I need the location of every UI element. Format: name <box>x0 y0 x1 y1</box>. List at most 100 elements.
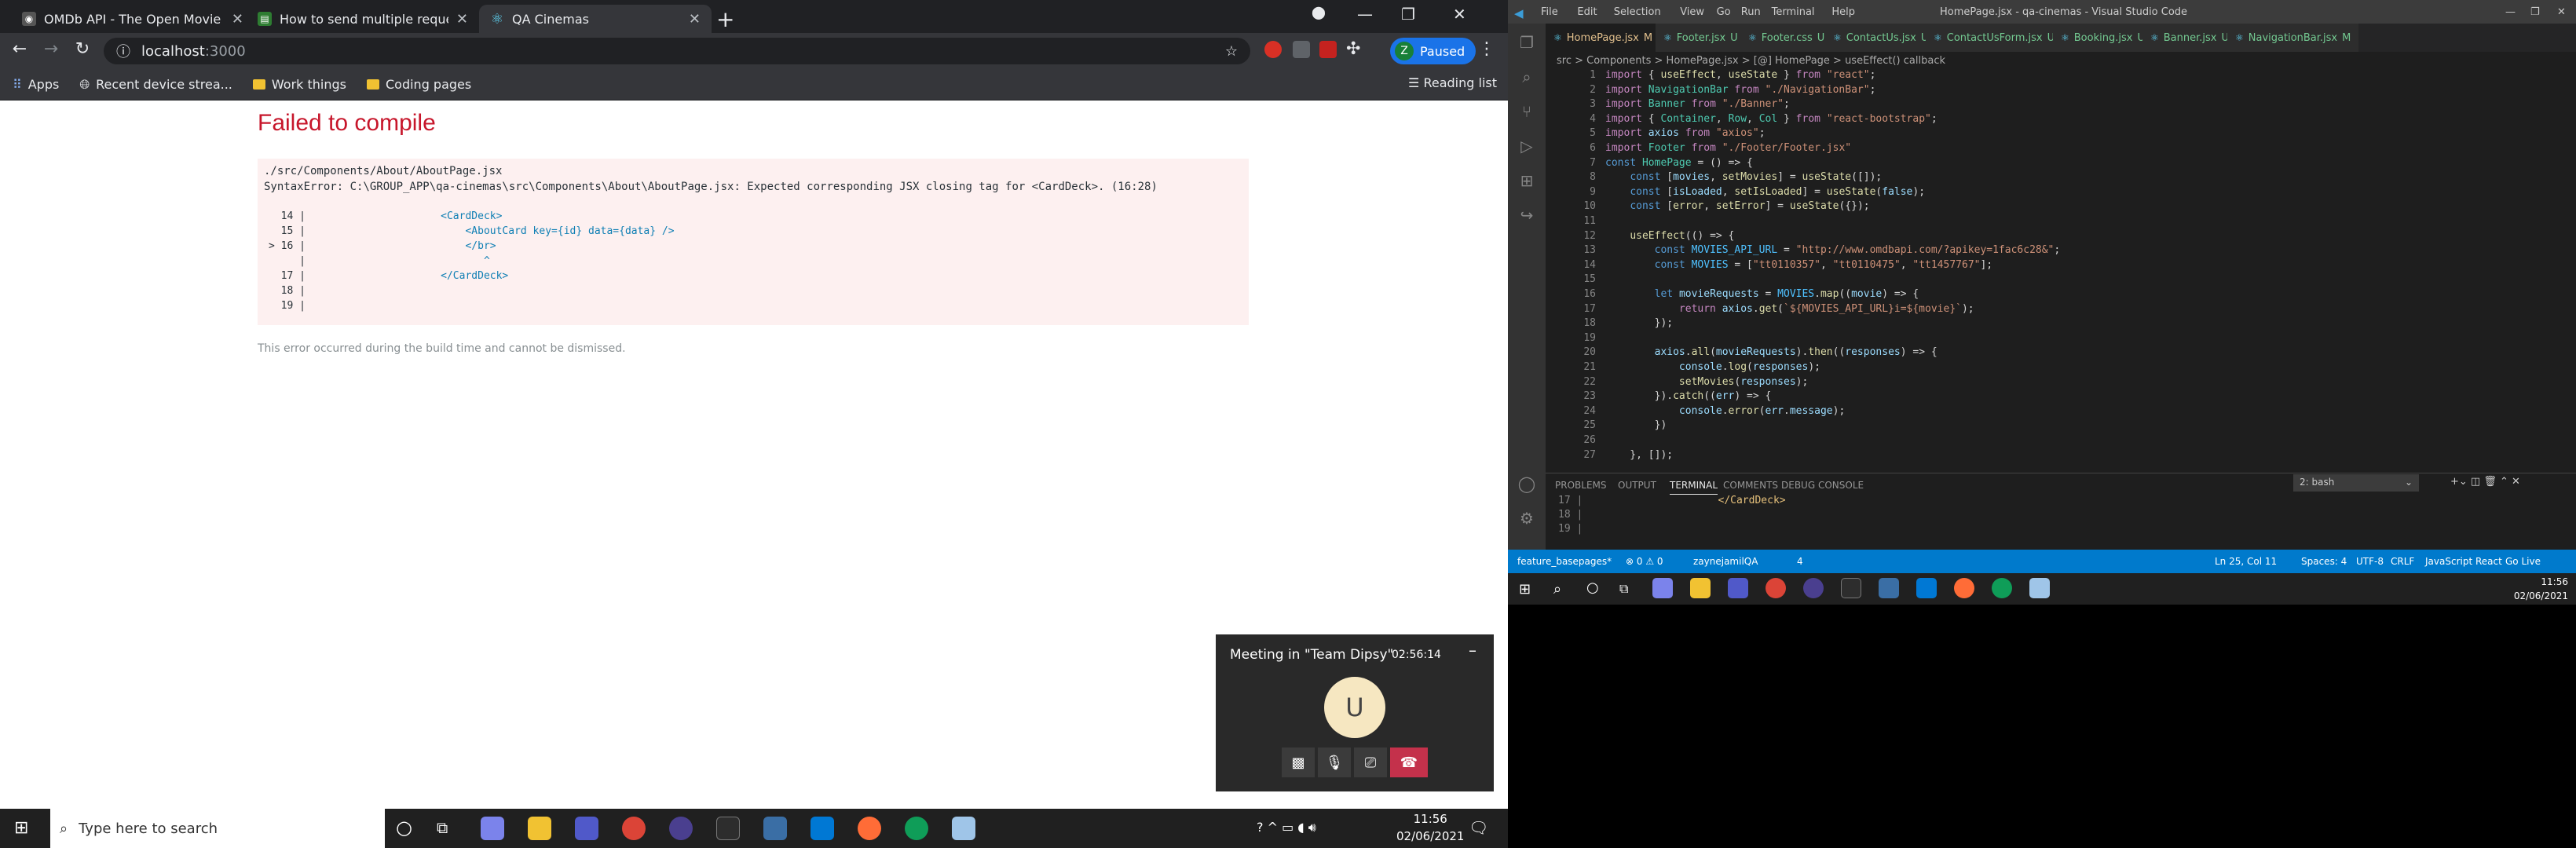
tab-omdb[interactable]: ◉ OMDb API - The Open Movie Da ✕ <box>11 5 254 33</box>
panel-tab-output[interactable]: OUTPUT <box>1618 480 1656 491</box>
power-automate-icon[interactable] <box>481 817 504 840</box>
close-tab-icon[interactable]: ✕ <box>689 11 701 27</box>
puzzle-icon[interactable]: ✣ <box>1346 39 1360 59</box>
eclipse-icon[interactable] <box>1803 578 1824 598</box>
panel-actions[interactable]: +⌄ ◫ 🗑︎ ⌃ ✕ <box>2450 476 2520 488</box>
menu-item-view[interactable]: View <box>1680 6 1704 18</box>
bookmark-coding-pages[interactable]: Coding pages <box>366 77 471 92</box>
editor-tab[interactable]: ⚛ Footer.jsx U <box>1656 24 1747 52</box>
menu-item-run[interactable]: Run <box>1741 6 1761 18</box>
close-tab-icon[interactable]: ✕ <box>456 11 468 27</box>
maximize-button[interactable]: ❐ <box>2530 6 2540 18</box>
menu-item-help[interactable]: Help <box>1831 6 1855 18</box>
vscode-icon[interactable] <box>1916 578 1937 598</box>
new-tab-button[interactable]: + <box>716 6 734 32</box>
taskbar-clock-secondary[interactable]: 11:56 02/06/2021 <box>2513 575 2568 603</box>
extension-icon[interactable] <box>1293 41 1310 58</box>
menu-item-terminal[interactable]: Terminal <box>1772 6 1815 18</box>
chrome-icon[interactable] <box>622 817 646 840</box>
bookmark-star-icon[interactable]: ☆ <box>1225 43 1238 60</box>
back-button[interactable]: ← <box>8 39 31 59</box>
tab-qa-cinemas[interactable]: ⚛ QA Cinemas ✕ <box>479 5 712 33</box>
panel-tab-debug-console[interactable]: DEBUG CONSOLE <box>1781 480 1864 491</box>
panel-tab-problems[interactable]: PROBLEMS <box>1555 480 1607 491</box>
close-window-button[interactable]: ✕ <box>2557 6 2566 18</box>
menu-item-file[interactable]: File <box>1541 6 1558 18</box>
extension-icon[interactable] <box>1319 41 1337 58</box>
forward-button[interactable]: → <box>39 39 63 59</box>
panel-tab-terminal[interactable]: TERMINAL <box>1670 480 1718 495</box>
terminal-icon[interactable] <box>1841 578 1861 598</box>
run-debug-icon[interactable]: ▷ <box>1516 137 1538 159</box>
postman-icon[interactable] <box>858 817 881 840</box>
profile-button[interactable]: Z Paused <box>1390 38 1476 64</box>
status-item[interactable]: UTF-8 <box>2356 556 2384 567</box>
app-icon[interactable] <box>1879 578 1899 598</box>
reload-button[interactable]: ↻ <box>71 39 94 59</box>
explorer-icon[interactable]: ❐ <box>1516 33 1538 55</box>
edge-icon[interactable] <box>905 817 928 840</box>
taskbar-clock[interactable]: 11:56 02/06/2021 <box>1396 810 1464 845</box>
bookmark-recent-device[interactable]: 🌐︎ Recent device strea... <box>79 77 232 93</box>
status-item[interactable]: Ln 25, Col 11 <box>2215 556 2277 567</box>
minimize-meeting-button[interactable]: – <box>1469 641 1476 660</box>
teams-icon[interactable] <box>1728 578 1748 598</box>
status-item[interactable]: Go Live <box>2505 556 2541 567</box>
app-icon[interactable] <box>2029 578 2050 598</box>
task-view-icon[interactable]: ⧉ <box>437 818 448 837</box>
close-tab-icon[interactable]: ✕ <box>232 11 243 27</box>
terminal-icon[interactable] <box>716 817 740 840</box>
source-control-icon[interactable]: ⑂ <box>1516 102 1538 124</box>
app-icon[interactable] <box>763 817 787 840</box>
close-window-button[interactable]: ✕ <box>1453 5 1466 24</box>
editor-tab[interactable]: ⚛ ContactUs.jsx U <box>1825 24 1937 52</box>
microphone-button[interactable]: 🎙︎ <box>1318 747 1351 777</box>
editor-tab[interactable]: ⚛ NavigationBar.jsx M <box>2227 24 2360 52</box>
status-item[interactable]: CRLF <box>2391 556 2414 567</box>
cortana-icon[interactable]: ○ <box>1586 579 1599 596</box>
status-item[interactable]: 4 <box>1797 556 1803 567</box>
status-item[interactable]: ⊗ 0 ⚠ 0 <box>1626 556 1663 567</box>
notifications-icon[interactable]: 🗨︎ <box>1469 818 1488 837</box>
edge-icon[interactable] <box>1992 578 2012 598</box>
app-icon[interactable] <box>952 817 975 840</box>
status-item[interactable]: Spaces: 4 <box>2301 556 2347 567</box>
camera-off-button[interactable]: ▩ <box>1282 747 1315 777</box>
maximize-button[interactable]: ❐ <box>1401 5 1415 24</box>
info-icon[interactable]: ⓘ <box>116 41 130 61</box>
taskbar-search[interactable]: ⌕ Type here to search <box>50 809 385 848</box>
search-icon[interactable]: ⌕ <box>1516 68 1538 90</box>
hang-up-button[interactable]: ☎︎ <box>1390 747 1428 777</box>
search-icon[interactable]: ⌕ <box>1553 581 1561 598</box>
settings-gear-icon[interactable]: ⚙ <box>1516 509 1538 531</box>
kebab-menu-icon[interactable]: ⋮ <box>1478 39 1495 59</box>
windows-start-icon[interactable]: ⊞ <box>1519 581 1531 598</box>
minimize-button[interactable]: — <box>1357 5 1373 24</box>
power-automate-icon[interactable] <box>1652 578 1673 598</box>
status-item[interactable]: JavaScript React <box>2425 556 2502 567</box>
bookmark-work-things[interactable]: Work things <box>252 77 346 92</box>
panel-tab-comments[interactable]: COMMENTS <box>1723 480 1778 491</box>
editor-tab[interactable]: ⚛ Footer.css U <box>1740 24 1834 52</box>
chrome-icon[interactable] <box>1766 578 1786 598</box>
status-item[interactable]: zaynejamilQA <box>1693 556 1758 567</box>
profile-menu-icon[interactable]: ⬤ <box>1312 5 1326 20</box>
omnibox[interactable]: ⓘ localhost:3000 ☆ <box>104 38 1250 64</box>
eclipse-icon[interactable] <box>669 817 693 840</box>
postman-icon[interactable] <box>1954 578 1974 598</box>
terminal-select[interactable]: 2: bash ⌄ <box>2293 474 2419 492</box>
editor-tab[interactable]: ⚛ ContactUsForm.jsx U <box>1926 24 2064 52</box>
editor-tab[interactable]: ⚛ Booking.jsx U <box>2053 24 2153 52</box>
live-share-icon[interactable]: ↪ <box>1516 206 1538 228</box>
status-item[interactable]: feature_basepages* <box>1517 556 1612 567</box>
minimize-button[interactable]: — <box>2505 6 2516 18</box>
account-icon[interactable]: ◯ <box>1516 474 1538 496</box>
file-explorer-icon[interactable] <box>1690 578 1711 598</box>
breadcrumb[interactable]: src > Components > HomePage.jsx > [@] Ho… <box>1557 55 1945 67</box>
system-tray-icons[interactable]: ? ^ ▭ ◖ 🔊︎ <box>1257 820 1316 835</box>
extension-icon[interactable] <box>1264 41 1282 58</box>
task-view-icon[interactable]: ⧉ <box>1619 581 1628 597</box>
windows-start-icon[interactable]: ⊞ <box>14 818 28 838</box>
extensions-icon[interactable]: ⊞ <box>1516 171 1538 193</box>
menu-item-edit[interactable]: Edit <box>1577 6 1597 18</box>
